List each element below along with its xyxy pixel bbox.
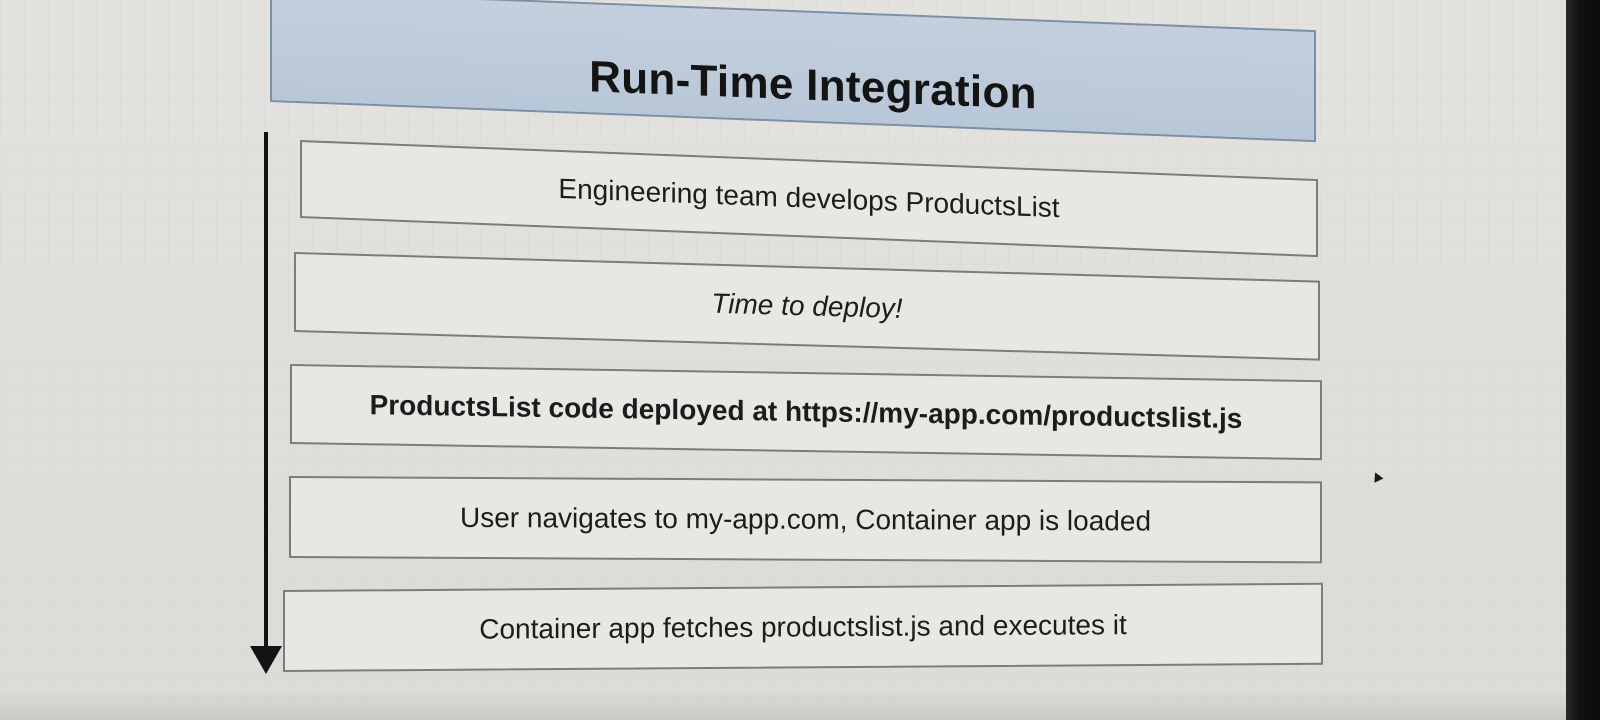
step-box-deployed-url: ProductsList code deployed at https://my… (290, 364, 1322, 461)
screen-bottom-shade (0, 690, 1566, 720)
step-label: User navigates to my-app.com, Container … (459, 501, 1152, 537)
step-label: Engineering team develops ProductsList (558, 172, 1060, 224)
step-label: Container app fetches productslist.js an… (479, 609, 1127, 645)
step-box-user-navigates: User navigates to my-app.com, Container … (289, 476, 1322, 564)
step-box-fetch-execute: Container app fetches productslist.js an… (283, 582, 1323, 672)
timeline-arrow-shaft (264, 132, 268, 652)
step-label: ProductsList code deployed at https://my… (369, 389, 1243, 434)
arrow-down-icon (250, 646, 282, 674)
diagram-title: Run-Time Integration (589, 52, 1037, 119)
step-label: Time to deploy! (711, 287, 903, 324)
monitor-bezel (1566, 0, 1600, 720)
